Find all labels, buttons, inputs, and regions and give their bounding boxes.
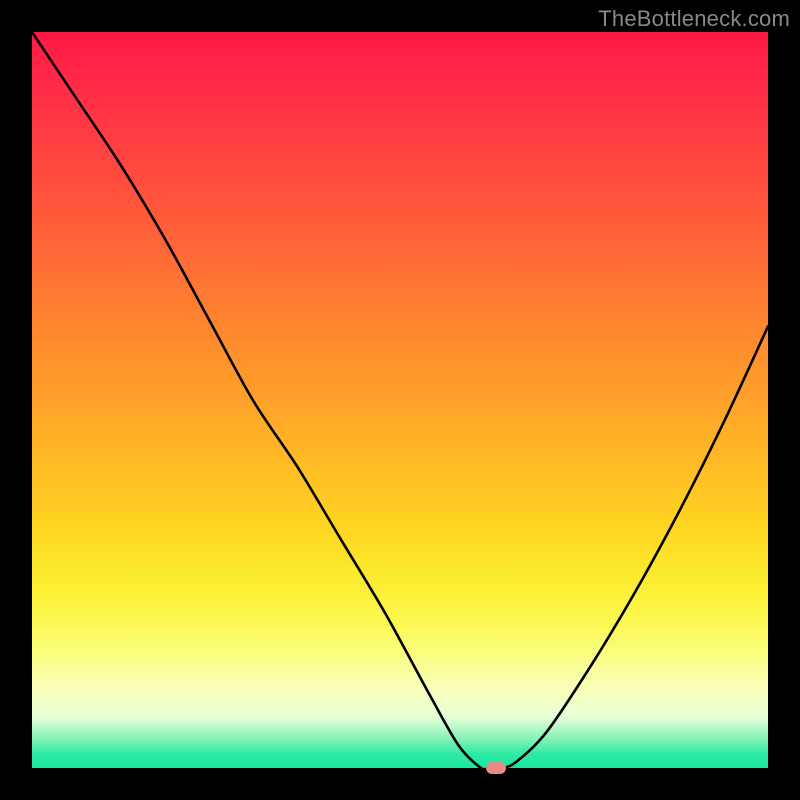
bottleneck-curve [32,32,768,768]
watermark-text: TheBottleneck.com [598,6,790,32]
curve-path [32,32,768,768]
plot-area [32,32,768,768]
optimal-marker [486,762,506,774]
chart-frame: TheBottleneck.com [0,0,800,800]
